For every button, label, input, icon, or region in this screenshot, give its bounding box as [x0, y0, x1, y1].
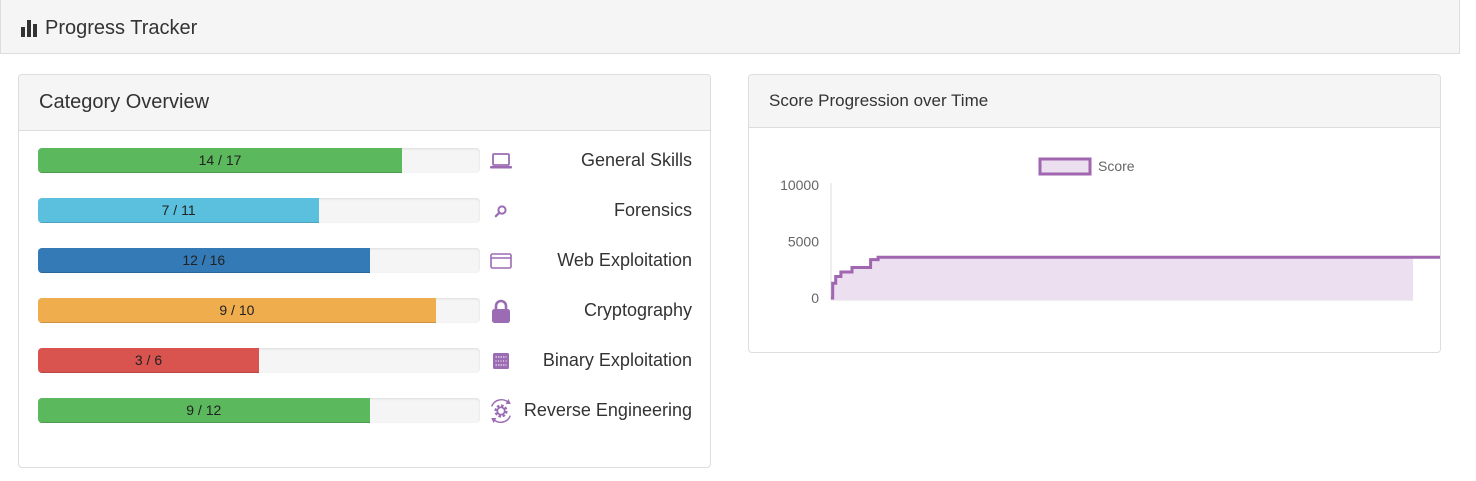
lock-icon	[488, 298, 514, 324]
category-label: General Skills	[580, 150, 692, 170]
category-overview-panel: Category Overview 14 / 17 General Skills…	[18, 74, 711, 468]
search-icon	[488, 198, 514, 224]
y-tick-label: 0	[811, 290, 819, 306]
category-row-web-exploitation[interactable]: 12 / 16 Web Exploitation	[38, 248, 692, 274]
category-overview-heading: Category Overview	[19, 75, 710, 131]
y-tick-label: 10000	[780, 177, 819, 193]
progress-fill: 14 / 17	[38, 148, 402, 173]
browser-window-icon	[488, 248, 514, 274]
y-tick-label: 5000	[788, 234, 819, 250]
legend-swatch[interactable]	[1038, 157, 1092, 176]
binary-icon	[488, 348, 514, 374]
progress-fill: 9 / 10	[38, 298, 436, 323]
progress-bar: 7 / 11	[38, 198, 480, 223]
category-label: Web Exploitation	[557, 250, 692, 270]
legend-label[interactable]: Score	[1098, 158, 1135, 174]
category-row-cryptography[interactable]: 9 / 10 Cryptography	[38, 298, 692, 324]
progress-bar: 12 / 16	[38, 248, 480, 273]
laptop-icon	[488, 148, 514, 174]
progress-bar: 9 / 12	[38, 398, 480, 423]
category-label: Cryptography	[583, 300, 692, 320]
category-label: Forensics	[613, 200, 692, 220]
category-row-general-skills[interactable]: 14 / 17 General Skills	[38, 148, 692, 174]
category-row-forensics[interactable]: 7 / 11 Forensics	[38, 198, 692, 224]
category-label: Reverse Engineering	[523, 400, 692, 420]
category-row-binary-exploitation[interactable]: 3 / 6 Binary Exploitation	[38, 348, 692, 374]
progress-bar: 14 / 17	[38, 148, 480, 173]
progress-fill: 7 / 11	[38, 198, 320, 223]
gear-cycle-icon	[488, 398, 514, 424]
progress-bar: 3 / 6	[38, 348, 480, 373]
bar-chart-icon	[21, 19, 39, 37]
category-label: Binary Exploitation	[542, 350, 692, 370]
progress-fill: 9 / 12	[38, 398, 370, 423]
category-row-reverse-engineering[interactable]: 9 / 12 Reverse Engineering	[38, 398, 692, 424]
page-title: Progress Tracker	[21, 16, 197, 40]
score-progression-heading: Score Progression over Time	[749, 75, 1440, 128]
progress-fill: 3 / 6	[38, 348, 259, 373]
page-title-text: Progress Tracker	[45, 17, 198, 39]
page-header: Progress Tracker	[0, 0, 1460, 54]
progress-fill: 12 / 16	[38, 248, 370, 273]
progress-bar: 9 / 10	[38, 298, 480, 323]
score-progression-panel: Score Progression over Time Score 0 5000 1…	[748, 74, 1441, 353]
score-chart: Score 0 5000 10000	[780, 157, 1440, 306]
score-area-fill	[831, 257, 1440, 300]
